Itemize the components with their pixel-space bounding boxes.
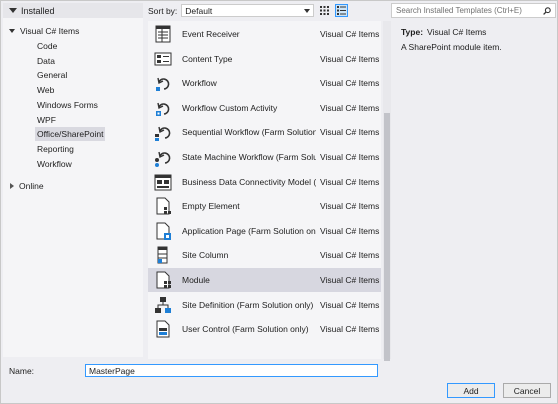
template-language: Visual C# Items bbox=[320, 53, 380, 64]
bdc-model-icon bbox=[153, 172, 173, 192]
tree-item-reporting[interactable]: Reporting bbox=[35, 142, 76, 156]
tree-item-web[interactable]: Web bbox=[35, 83, 56, 97]
name-label: Name: bbox=[9, 366, 35, 376]
template-language: Visual C# Items bbox=[320, 152, 380, 162]
template-row[interactable]: Content Type Visual C# Items bbox=[148, 47, 381, 71]
template-row[interactable]: Module Visual C# Items bbox=[148, 268, 381, 292]
workflow-icon bbox=[153, 73, 173, 93]
template-language: Visual C# Items bbox=[320, 102, 380, 113]
template-name: State Machine Workflow (Farm Solutio... bbox=[182, 152, 316, 162]
template-name: Site Definition (Farm Solution only) bbox=[182, 299, 314, 310]
template-row[interactable]: Empty Element Visual C# Items bbox=[148, 194, 381, 218]
template-name: Content Type bbox=[182, 53, 233, 64]
template-row[interactable]: Workflow Visual C# Items bbox=[148, 71, 381, 95]
tree-item-code[interactable]: Code bbox=[35, 39, 59, 53]
template-row[interactable]: Business Data Connectivity Model (Far...… bbox=[148, 170, 381, 194]
search-box[interactable]: Search Installed Templates (Ctrl+E) bbox=[391, 3, 556, 18]
template-row[interactable]: Site Definition (Farm Solution only) Visu… bbox=[148, 293, 381, 317]
template-name: Application Page (Farm Solution only) bbox=[182, 225, 316, 236]
sort-value: Default bbox=[185, 5, 213, 16]
sort-label: Sort by: bbox=[148, 5, 178, 16]
content-type-icon bbox=[153, 49, 173, 69]
template-details-panel: Type: Visual C# Items A SharePoint module… bbox=[393, 21, 556, 357]
small-icons-view-button[interactable] bbox=[318, 4, 331, 17]
application-page-icon bbox=[153, 221, 173, 241]
template-row[interactable]: Event Receiver Visual C# Items bbox=[148, 22, 381, 46]
grid-view-icon bbox=[320, 6, 330, 15]
template-language: Visual C# Items bbox=[320, 29, 380, 39]
chevron-down-icon bbox=[304, 8, 311, 13]
tree-node-label: Visual C# Items bbox=[20, 26, 80, 36]
tree-item-data[interactable]: Data bbox=[35, 54, 57, 68]
tree-node-online[interactable]: Online bbox=[9, 179, 44, 193]
cancel-button[interactable]: Cancel bbox=[503, 383, 551, 398]
template-row[interactable]: User Control (Farm Solution only) Visual … bbox=[148, 317, 381, 341]
event-receiver-icon bbox=[153, 24, 173, 44]
tree-installed-header[interactable]: Installed bbox=[3, 3, 143, 18]
template-name: Event Receiver bbox=[182, 29, 240, 39]
template-language: Visual C# Items bbox=[320, 225, 380, 236]
workflow-activity-icon bbox=[153, 98, 173, 118]
template-name: Sequential Workflow (Farm Solution o... bbox=[182, 127, 316, 138]
template-name: Workflow bbox=[182, 78, 217, 89]
expand-arrow-icon bbox=[10, 183, 14, 189]
template-row[interactable]: Application Page (Farm Solution only) Vis… bbox=[148, 219, 381, 243]
template-language: Visual C# Items bbox=[320, 299, 380, 310]
template-row[interactable]: Workflow Custom Activity Visual C# Items bbox=[148, 96, 381, 120]
search-input[interactable]: Search Installed Templates (Ctrl+E) bbox=[396, 6, 543, 15]
collapse-arrow-icon bbox=[9, 8, 17, 13]
tree-node-label: Online bbox=[19, 181, 44, 191]
list-view-button[interactable] bbox=[335, 4, 349, 17]
tree-item-workflow[interactable]: Workflow bbox=[35, 157, 74, 171]
template-list-scrollbar[interactable] bbox=[383, 21, 391, 361]
tree-item-windows-forms[interactable]: Windows Forms bbox=[35, 98, 100, 112]
template-name: Empty Element bbox=[182, 201, 240, 212]
name-input[interactable]: MasterPage bbox=[85, 364, 378, 377]
template-name: Workflow Custom Activity bbox=[182, 102, 278, 113]
template-list: Event Receiver Visual C# Items Content Typ… bbox=[148, 21, 381, 359]
template-row[interactable]: State Machine Workflow (Farm Solutio... V… bbox=[148, 145, 381, 169]
template-language: Visual C# Items bbox=[320, 176, 380, 187]
add-new-item-dialog: Installed Visual C# Items Code Data Gene… bbox=[0, 0, 558, 404]
type-label: Type: bbox=[401, 27, 424, 37]
template-language: Visual C# Items bbox=[320, 201, 380, 212]
list-view-icon bbox=[337, 6, 347, 15]
tree-installed-label: Installed bbox=[21, 5, 55, 16]
template-name: Business Data Connectivity Model (Far... bbox=[182, 176, 316, 187]
template-language: Visual C# Items bbox=[320, 324, 380, 335]
scrollbar-thumb[interactable] bbox=[384, 113, 390, 361]
template-category-tree: Installed Visual C# Items Code Data Gene… bbox=[3, 3, 143, 357]
tree-item-office-sharepoint[interactable]: Office/SharePoint bbox=[35, 127, 106, 141]
add-button[interactable]: Add bbox=[447, 383, 495, 398]
tree-item-general[interactable]: General bbox=[35, 68, 69, 82]
sort-dropdown[interactable]: Default bbox=[181, 4, 315, 17]
template-row[interactable]: Sequential Workflow (Farm Solution o... V… bbox=[148, 120, 381, 144]
template-language: Visual C# Items bbox=[320, 127, 380, 138]
expand-arrow-icon bbox=[9, 29, 15, 33]
template-language: Visual C# Items bbox=[320, 78, 380, 89]
template-name: Site Column bbox=[182, 250, 229, 261]
template-language: Visual C# Items bbox=[320, 275, 380, 285]
empty-element-icon bbox=[153, 196, 173, 216]
user-control-icon bbox=[153, 319, 173, 339]
list-toolbar: Sort by: Default bbox=[148, 3, 349, 18]
site-column-icon bbox=[153, 245, 173, 265]
site-definition-icon bbox=[153, 295, 173, 315]
module-icon bbox=[153, 270, 173, 290]
tree-node-visual-cs[interactable]: Visual C# Items bbox=[9, 24, 79, 38]
search-icon[interactable] bbox=[543, 6, 551, 15]
state-machine-workflow-icon bbox=[153, 147, 173, 167]
template-type: Type: Visual C# Items bbox=[401, 27, 486, 37]
sequential-workflow-icon bbox=[153, 122, 173, 142]
template-row[interactable]: Site Column Visual C# Items bbox=[148, 243, 381, 267]
template-name: Module bbox=[182, 275, 210, 285]
template-language: Visual C# Items bbox=[320, 250, 380, 261]
template-description: A SharePoint module item. bbox=[401, 42, 502, 52]
type-value: Visual C# Items bbox=[427, 27, 487, 37]
template-name: User Control (Farm Solution only) bbox=[182, 324, 309, 335]
tree-item-wpf[interactable]: WPF bbox=[35, 113, 58, 127]
